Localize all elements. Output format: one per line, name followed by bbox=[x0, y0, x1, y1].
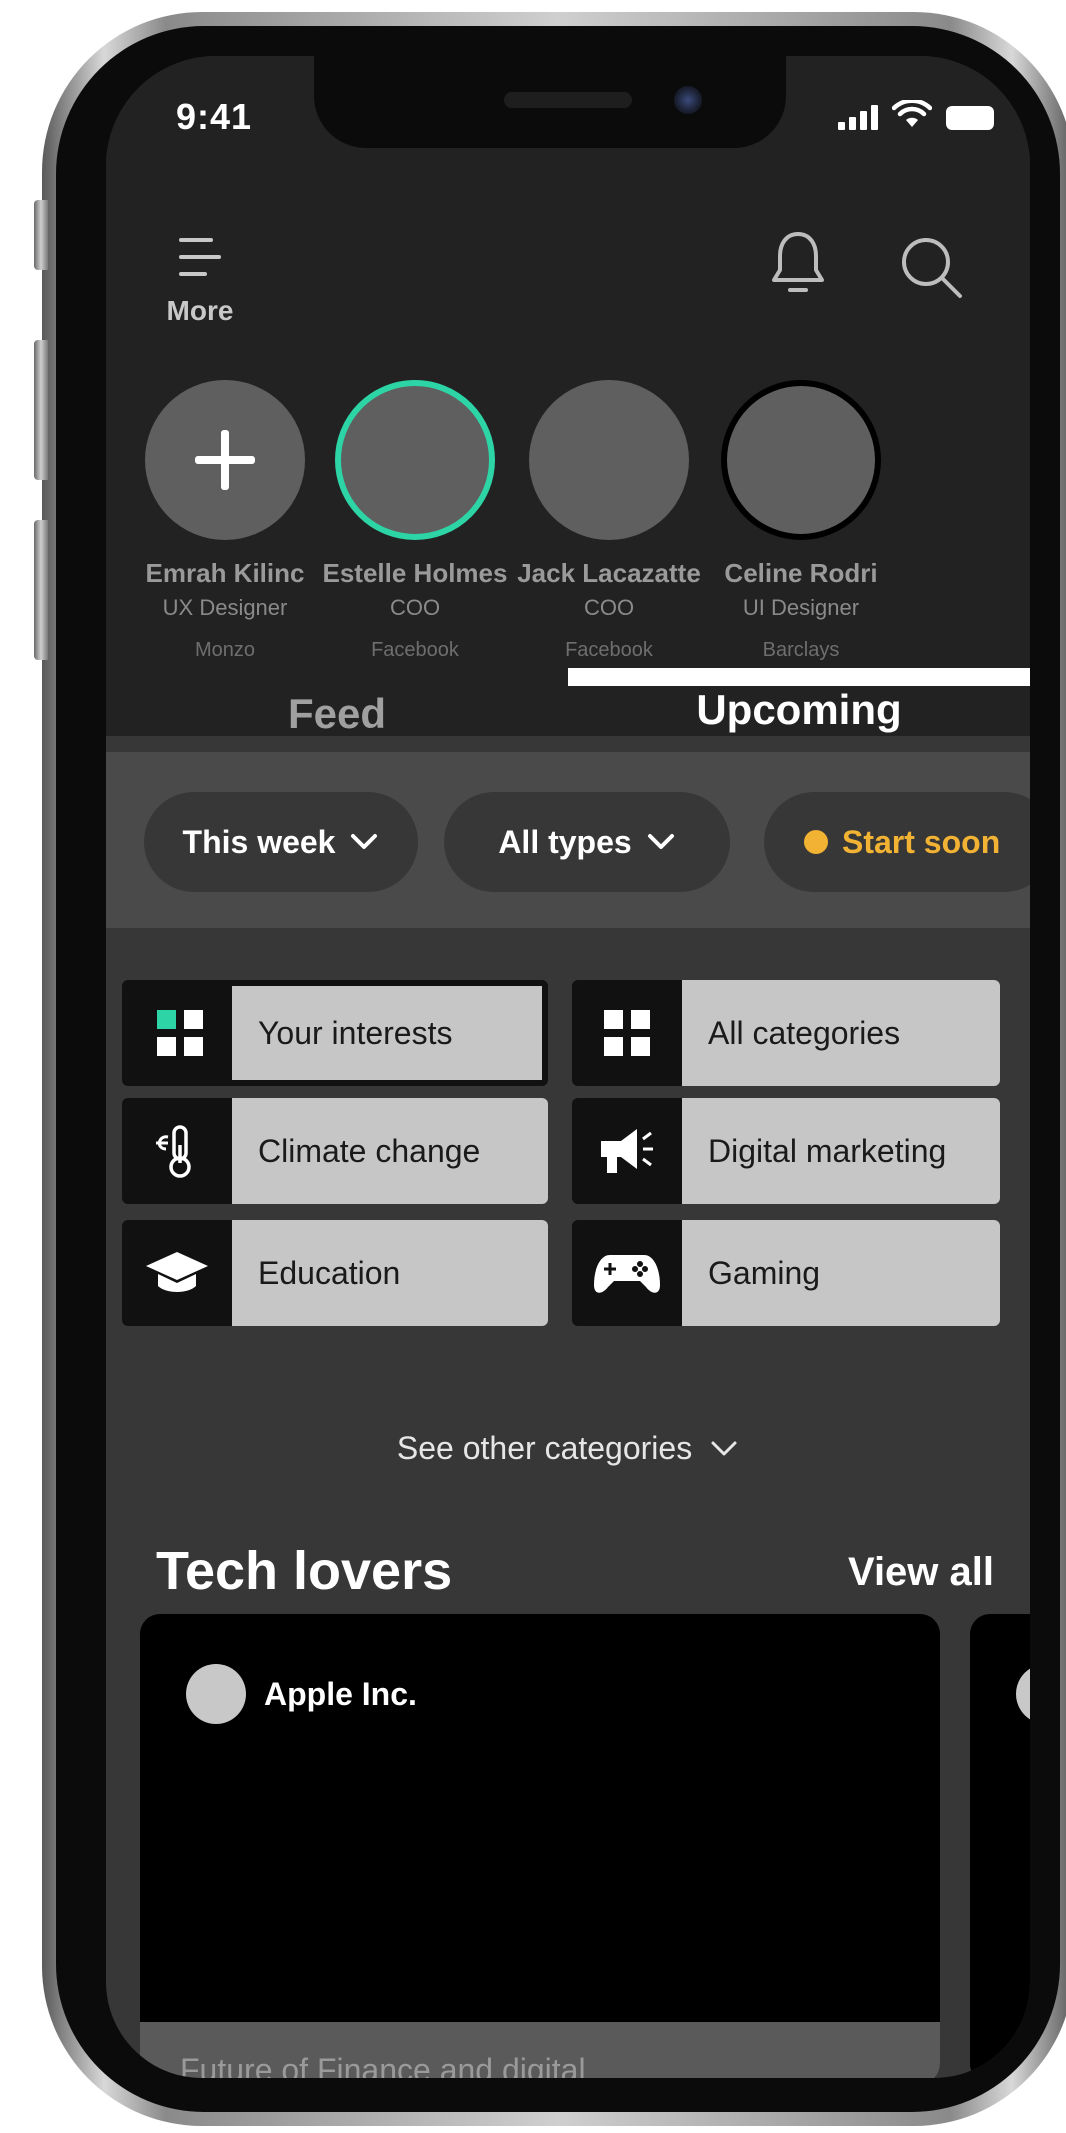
notifications-button[interactable] bbox=[766, 228, 830, 300]
filter-label: All types bbox=[498, 823, 632, 860]
category-education[interactable]: Education bbox=[122, 1220, 548, 1326]
contact-item[interactable]: Celine Rodri UI Designer Barclays bbox=[696, 380, 906, 662]
grid-icon bbox=[128, 986, 232, 1080]
notch bbox=[314, 56, 786, 148]
event-card-next[interactable] bbox=[970, 1614, 1030, 2078]
tab-upcoming[interactable]: Upcoming bbox=[568, 676, 1030, 752]
chevron-down-icon bbox=[647, 834, 674, 849]
org-logo bbox=[1016, 1664, 1030, 1724]
tab-bar: Feed Upcoming bbox=[106, 676, 1030, 752]
tab-feed[interactable]: Feed bbox=[106, 676, 568, 752]
event-card[interactable]: Apple Inc. Future of Finance and digital bbox=[140, 1614, 940, 2078]
see-other-label: See other categories bbox=[396, 1430, 693, 1466]
contact-item[interactable]: Jack Lacazatte COO Facebook bbox=[504, 380, 714, 662]
active-tab-indicator bbox=[568, 668, 1030, 686]
filter-bar: This week All types Start soon bbox=[106, 752, 1030, 928]
contact-company: Facebook bbox=[371, 639, 459, 661]
contact-name: Celine Rodri bbox=[724, 558, 878, 588]
org-logo bbox=[186, 1664, 246, 1724]
category-label: Your interests bbox=[232, 986, 542, 1080]
contact-company: Monzo bbox=[194, 639, 256, 661]
avatar[interactable] bbox=[721, 380, 881, 540]
filter-all-types[interactable]: All types bbox=[444, 792, 730, 892]
card-title: Future of Finance and digital bbox=[140, 2022, 940, 2078]
graduation-cap-icon bbox=[122, 1220, 232, 1326]
contact-name: Estelle Holmes bbox=[322, 558, 508, 588]
status-dot-icon bbox=[804, 830, 828, 854]
gamepad-icon bbox=[572, 1220, 682, 1326]
category-gaming[interactable]: Gaming bbox=[572, 1220, 1000, 1326]
more-label: More bbox=[166, 295, 234, 326]
grid-icon bbox=[572, 980, 682, 1086]
contact-item[interactable]: Estelle Holmes COO Facebook bbox=[310, 380, 520, 662]
category-all-categories[interactable]: All categories bbox=[572, 980, 1000, 1086]
contact-role: COO bbox=[583, 595, 635, 620]
card-organizer: Apple Inc. bbox=[186, 1664, 417, 1724]
megaphone-icon bbox=[572, 1098, 682, 1204]
contact-role: COO bbox=[389, 595, 441, 620]
contact-company: Facebook bbox=[565, 639, 653, 661]
battery-icon bbox=[946, 106, 994, 130]
filter-label: Start soon bbox=[842, 823, 1001, 860]
hamburger-icon bbox=[179, 238, 221, 276]
category-your-interests[interactable]: Your interests bbox=[122, 980, 548, 1086]
wifi-icon bbox=[892, 100, 932, 127]
mute-switch bbox=[34, 200, 48, 270]
contact-item[interactable]: Emrah Kilinc UX Designer Monzo bbox=[120, 380, 330, 662]
contact-name: Emrah Kilinc bbox=[145, 558, 305, 588]
category-digital-marketing[interactable]: Digital marketing bbox=[572, 1098, 1000, 1204]
app-header: More Emrah Kilinc UX Designer Monzo Este… bbox=[106, 176, 1030, 737]
filter-label: This week bbox=[182, 823, 336, 860]
status-time: 9:41 bbox=[176, 96, 253, 137]
more-menu-button[interactable]: More bbox=[152, 232, 248, 327]
card-organizer bbox=[1016, 1664, 1030, 1724]
status-icons bbox=[838, 100, 994, 130]
app-screen: 9:41 More Emrah Kilinc UX Designer Monzo… bbox=[106, 56, 1030, 2078]
category-label: All categories bbox=[682, 980, 1000, 1086]
search-button[interactable] bbox=[896, 232, 966, 302]
category-label: Digital marketing bbox=[682, 1098, 1000, 1204]
search-icon bbox=[902, 238, 962, 298]
avatar[interactable] bbox=[529, 380, 689, 540]
contacts-carousel[interactable]: Emrah Kilinc UX Designer Monzo Estelle H… bbox=[106, 380, 1030, 680]
contact-role: UI Designer bbox=[742, 595, 860, 620]
view-all-link[interactable]: View all bbox=[848, 1550, 994, 1595]
thermometer-icon bbox=[122, 1098, 232, 1204]
see-other-categories-button[interactable]: See other categories bbox=[106, 1430, 1030, 1467]
volume-down-button bbox=[34, 520, 48, 660]
filter-start-soon[interactable]: Start soon bbox=[764, 792, 1030, 892]
contact-company: Barclays bbox=[762, 639, 840, 661]
bell-icon bbox=[772, 232, 824, 292]
chevron-down-icon bbox=[711, 1441, 737, 1456]
speaker-grille bbox=[504, 92, 632, 108]
front-camera bbox=[674, 86, 702, 114]
status-bar: 9:41 bbox=[106, 56, 1030, 176]
signal-icon bbox=[838, 104, 878, 130]
filter-this-week[interactable]: This week bbox=[144, 792, 418, 892]
avatar[interactable] bbox=[335, 380, 495, 540]
category-label: Climate change bbox=[232, 1098, 548, 1204]
category-label: Gaming bbox=[682, 1220, 1000, 1326]
category-climate-change[interactable]: Climate change bbox=[122, 1098, 548, 1204]
category-label: Education bbox=[232, 1220, 548, 1326]
section-title: Tech lovers bbox=[156, 1541, 453, 1601]
contact-role: UX Designer bbox=[162, 595, 288, 620]
chevron-down-icon bbox=[351, 834, 378, 849]
volume-up-button bbox=[34, 340, 48, 480]
org-name: Apple Inc. bbox=[264, 1675, 417, 1712]
contact-name: Jack Lacazatte bbox=[517, 558, 701, 588]
add-contact-button[interactable] bbox=[145, 380, 305, 540]
